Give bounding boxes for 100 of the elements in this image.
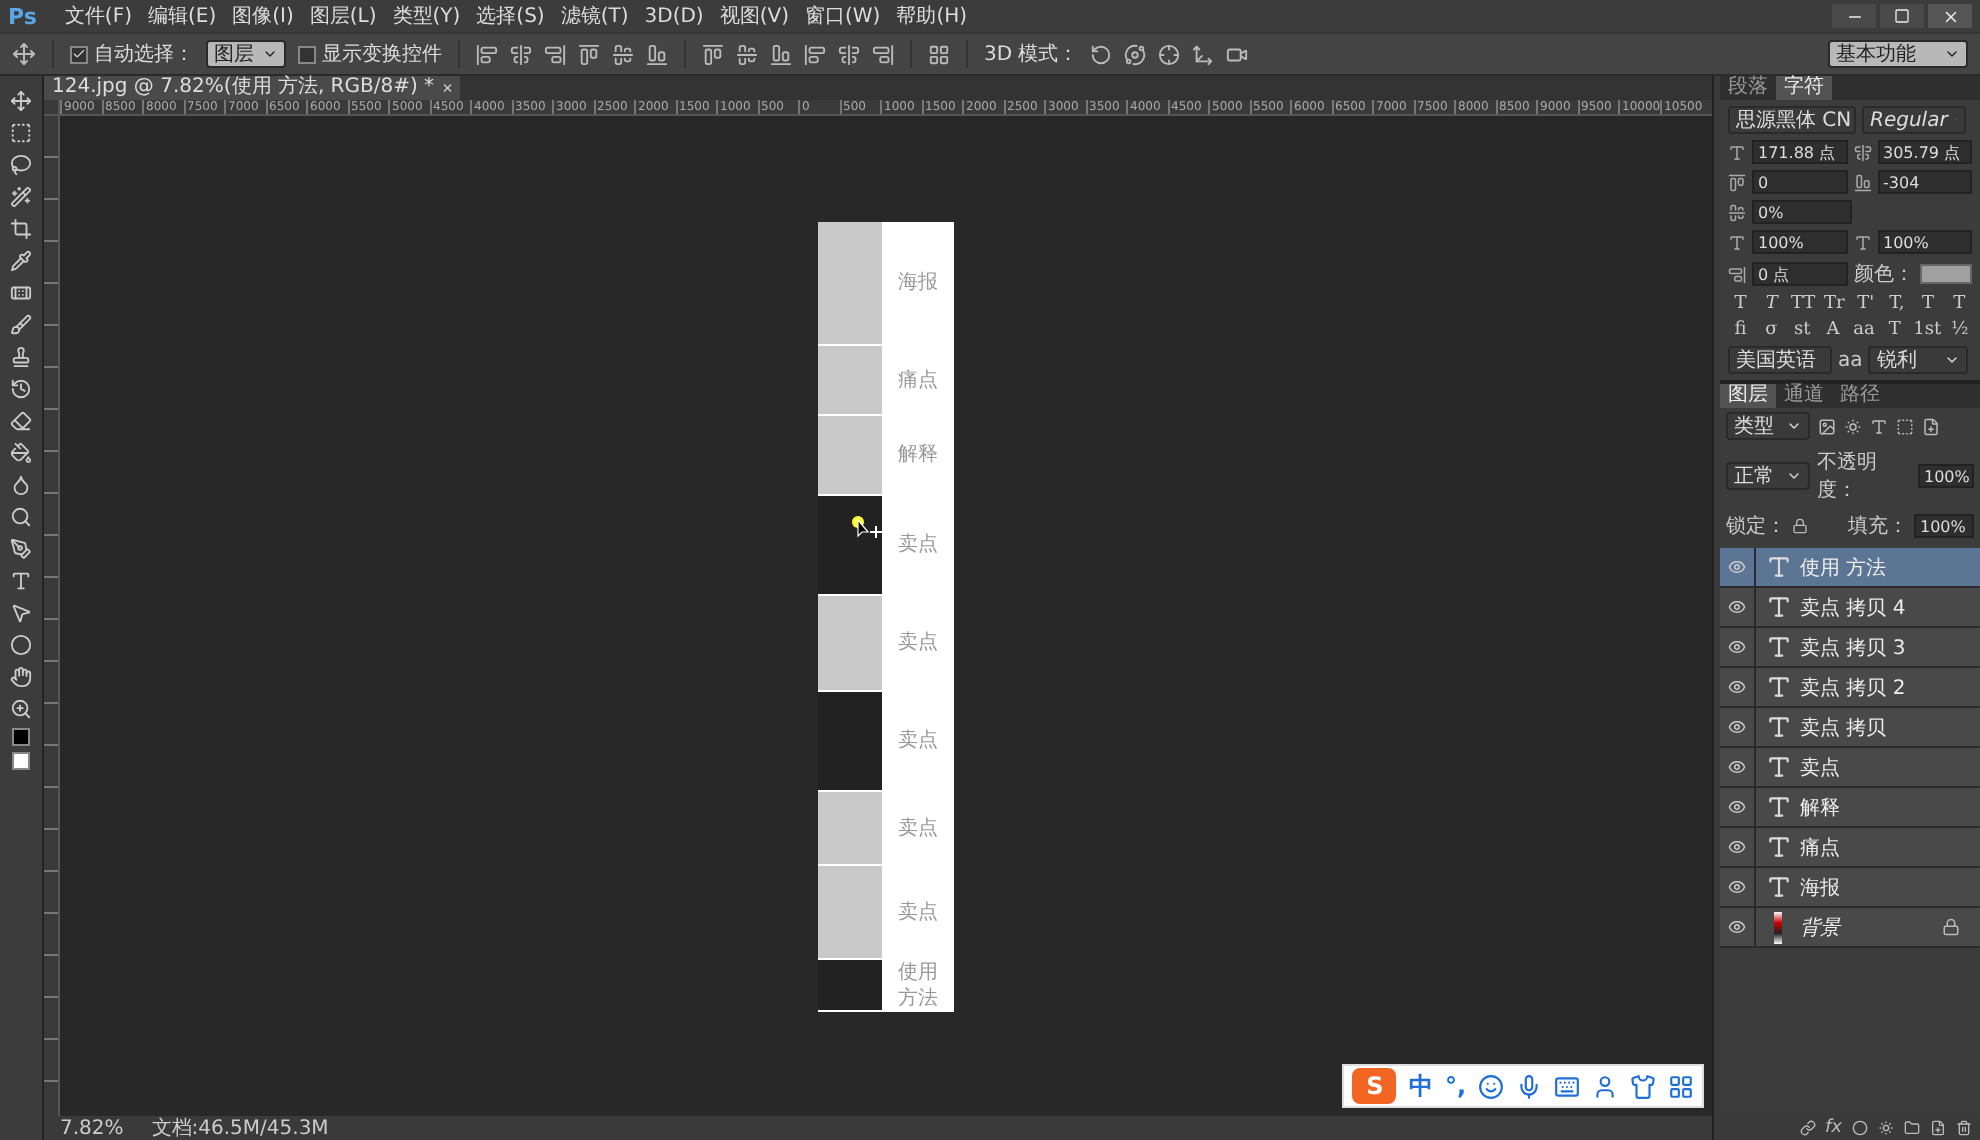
type-style-button[interactable]: T, bbox=[1884, 294, 1910, 314]
distribute-icon[interactable] bbox=[770, 43, 792, 65]
type-style-button[interactable]: T bbox=[1946, 294, 1972, 314]
ellipse-icon[interactable] bbox=[5, 632, 37, 658]
fx-button[interactable]: fx bbox=[1825, 1118, 1842, 1138]
opacity-field[interactable]: 100% bbox=[1918, 464, 1974, 488]
mask-icon[interactable] bbox=[1852, 1120, 1868, 1136]
opentype-button[interactable]: fi bbox=[1728, 320, 1753, 340]
opentype-button[interactable]: aa bbox=[1851, 320, 1877, 340]
menu-item[interactable]: 滤镜(T) bbox=[560, 2, 629, 30]
adjustment-filter-icon[interactable] bbox=[1844, 417, 1862, 435]
menu-item[interactable]: 帮助(H) bbox=[896, 2, 968, 30]
minimize-button[interactable] bbox=[1832, 4, 1876, 28]
font-style-dropdown[interactable]: Regular bbox=[1862, 106, 1966, 134]
align-icon[interactable] bbox=[612, 43, 634, 65]
microphone-icon[interactable] bbox=[1516, 1073, 1542, 1099]
filter-dropdown[interactable]: 类型 bbox=[1726, 412, 1810, 440]
text-color-swatch[interactable] bbox=[1920, 264, 1972, 284]
menu-item[interactable]: 编辑(E) bbox=[147, 2, 217, 30]
new-layer-icon[interactable] bbox=[1930, 1120, 1946, 1136]
align-icon[interactable] bbox=[544, 43, 566, 65]
tsume-field[interactable]: 0% bbox=[1752, 200, 1852, 224]
auto-select-checkbox[interactable]: 自动选择： bbox=[70, 40, 194, 68]
menu-item[interactable]: 类型(Y) bbox=[392, 2, 461, 30]
document-tab[interactable]: 124.jpg @ 7.82%(使用 方法, RGB/8#) * × bbox=[44, 76, 461, 100]
opentype-button[interactable]: ½ bbox=[1947, 320, 1973, 340]
opentype-button[interactable]: 1st bbox=[1913, 320, 1942, 340]
layer-row[interactable]: 解释 bbox=[1720, 788, 1980, 828]
panel-tab[interactable]: 字符 bbox=[1776, 76, 1832, 100]
type-filter-icon[interactable] bbox=[1870, 417, 1888, 435]
background-color-swatch[interactable] bbox=[12, 752, 30, 770]
auto-align-icon[interactable] bbox=[928, 43, 950, 65]
maximize-button[interactable] bbox=[1880, 4, 1924, 28]
move-3d-icon[interactable] bbox=[1192, 43, 1215, 65]
user-icon[interactable] bbox=[1592, 1073, 1618, 1099]
kerning-field[interactable]: 0 bbox=[1752, 170, 1847, 194]
foreground-color-swatch[interactable] bbox=[12, 728, 30, 746]
distribute-icon[interactable] bbox=[702, 43, 724, 65]
distribute-icon[interactable] bbox=[804, 43, 826, 65]
lock-icon[interactable] bbox=[1792, 518, 1808, 534]
opentype-button[interactable]: st bbox=[1789, 320, 1815, 340]
layer-row[interactable]: 卖点 拷贝 2 bbox=[1720, 668, 1980, 708]
pen-icon[interactable] bbox=[5, 536, 37, 562]
layer-row[interactable]: 卖点 bbox=[1720, 748, 1980, 788]
image-filter-icon[interactable] bbox=[1818, 417, 1836, 435]
wand-icon[interactable] bbox=[5, 184, 37, 210]
eraser-icon[interactable] bbox=[5, 408, 37, 434]
layer-row[interactable]: 卖点 拷贝 3 bbox=[1720, 628, 1980, 668]
align-icon[interactable] bbox=[510, 43, 532, 65]
shape-filter-icon[interactable] bbox=[1896, 417, 1914, 435]
font-size-field[interactable]: 171.88 点 bbox=[1752, 140, 1847, 164]
type-style-button[interactable]: T bbox=[1759, 294, 1785, 314]
layer-row[interactable]: 背景 bbox=[1720, 908, 1980, 948]
opentype-button[interactable]: A bbox=[1820, 320, 1846, 340]
crop-icon[interactable] bbox=[5, 216, 37, 242]
menu-item[interactable]: 图层(L) bbox=[309, 2, 377, 30]
close-button[interactable] bbox=[1928, 4, 1972, 28]
keyboard-icon[interactable] bbox=[1554, 1073, 1580, 1099]
panel-tab[interactable]: 通道 bbox=[1776, 384, 1832, 408]
layer-row[interactable]: 海报 bbox=[1720, 868, 1980, 908]
smiley-icon[interactable] bbox=[1478, 1073, 1504, 1099]
vertical-scale-field[interactable]: 100% bbox=[1752, 230, 1847, 254]
layer-row[interactable]: 卖点 拷贝 4 bbox=[1720, 588, 1980, 628]
move-icon[interactable] bbox=[5, 88, 37, 114]
menu-item[interactable]: 文件(F) bbox=[64, 2, 132, 30]
menu-item[interactable]: 图像(I) bbox=[232, 2, 294, 30]
trash-icon[interactable] bbox=[1956, 1120, 1972, 1136]
hand-icon[interactable] bbox=[5, 664, 37, 690]
fill-field[interactable]: 100% bbox=[1914, 514, 1974, 538]
type-style-button[interactable]: T bbox=[1915, 294, 1941, 314]
type-style-button[interactable]: T' bbox=[1853, 294, 1879, 314]
horizontal-scale-field[interactable]: 100% bbox=[1877, 230, 1972, 254]
baseline-field[interactable]: 0 点 bbox=[1752, 262, 1848, 286]
type-style-button[interactable]: TT bbox=[1790, 294, 1816, 314]
folder-icon[interactable] bbox=[1904, 1120, 1920, 1136]
layer-row[interactable]: 使用 方法 bbox=[1720, 548, 1980, 588]
type-style-button[interactable]: Tr bbox=[1821, 294, 1847, 314]
menu-item[interactable]: 窗口(W) bbox=[804, 2, 881, 30]
ime-mode[interactable]: 中 bbox=[1408, 1069, 1433, 1103]
menu-item[interactable]: 视图(V) bbox=[719, 2, 789, 30]
adjustment-icon[interactable] bbox=[1878, 1120, 1894, 1136]
orbit-icon[interactable] bbox=[1124, 43, 1147, 65]
distribute-icon[interactable] bbox=[838, 43, 860, 65]
grid-icon[interactable] bbox=[1668, 1073, 1694, 1099]
distribute-icon[interactable] bbox=[736, 43, 758, 65]
workspace-dropdown[interactable]: 基本功能 bbox=[1828, 40, 1968, 68]
pan-icon[interactable] bbox=[1158, 43, 1181, 65]
tracking-field[interactable]: -304 bbox=[1877, 170, 1972, 194]
distribute-icon[interactable] bbox=[872, 43, 894, 65]
paint-bucket-icon[interactable] bbox=[5, 440, 37, 466]
layer-row[interactable]: 痛点 bbox=[1720, 828, 1980, 868]
language-dropdown[interactable]: 美国英语 bbox=[1728, 346, 1832, 374]
shirt-icon[interactable] bbox=[1630, 1073, 1656, 1099]
align-icon[interactable] bbox=[646, 43, 668, 65]
menu-item[interactable]: 选择(S) bbox=[476, 2, 545, 30]
brush-icon[interactable] bbox=[5, 312, 37, 338]
layer-row[interactable]: 卖点 拷贝 bbox=[1720, 708, 1980, 748]
opentype-button[interactable]: σ bbox=[1758, 320, 1784, 340]
tab-close-button[interactable]: × bbox=[442, 78, 453, 98]
type-style-button[interactable]: T bbox=[1728, 294, 1754, 314]
